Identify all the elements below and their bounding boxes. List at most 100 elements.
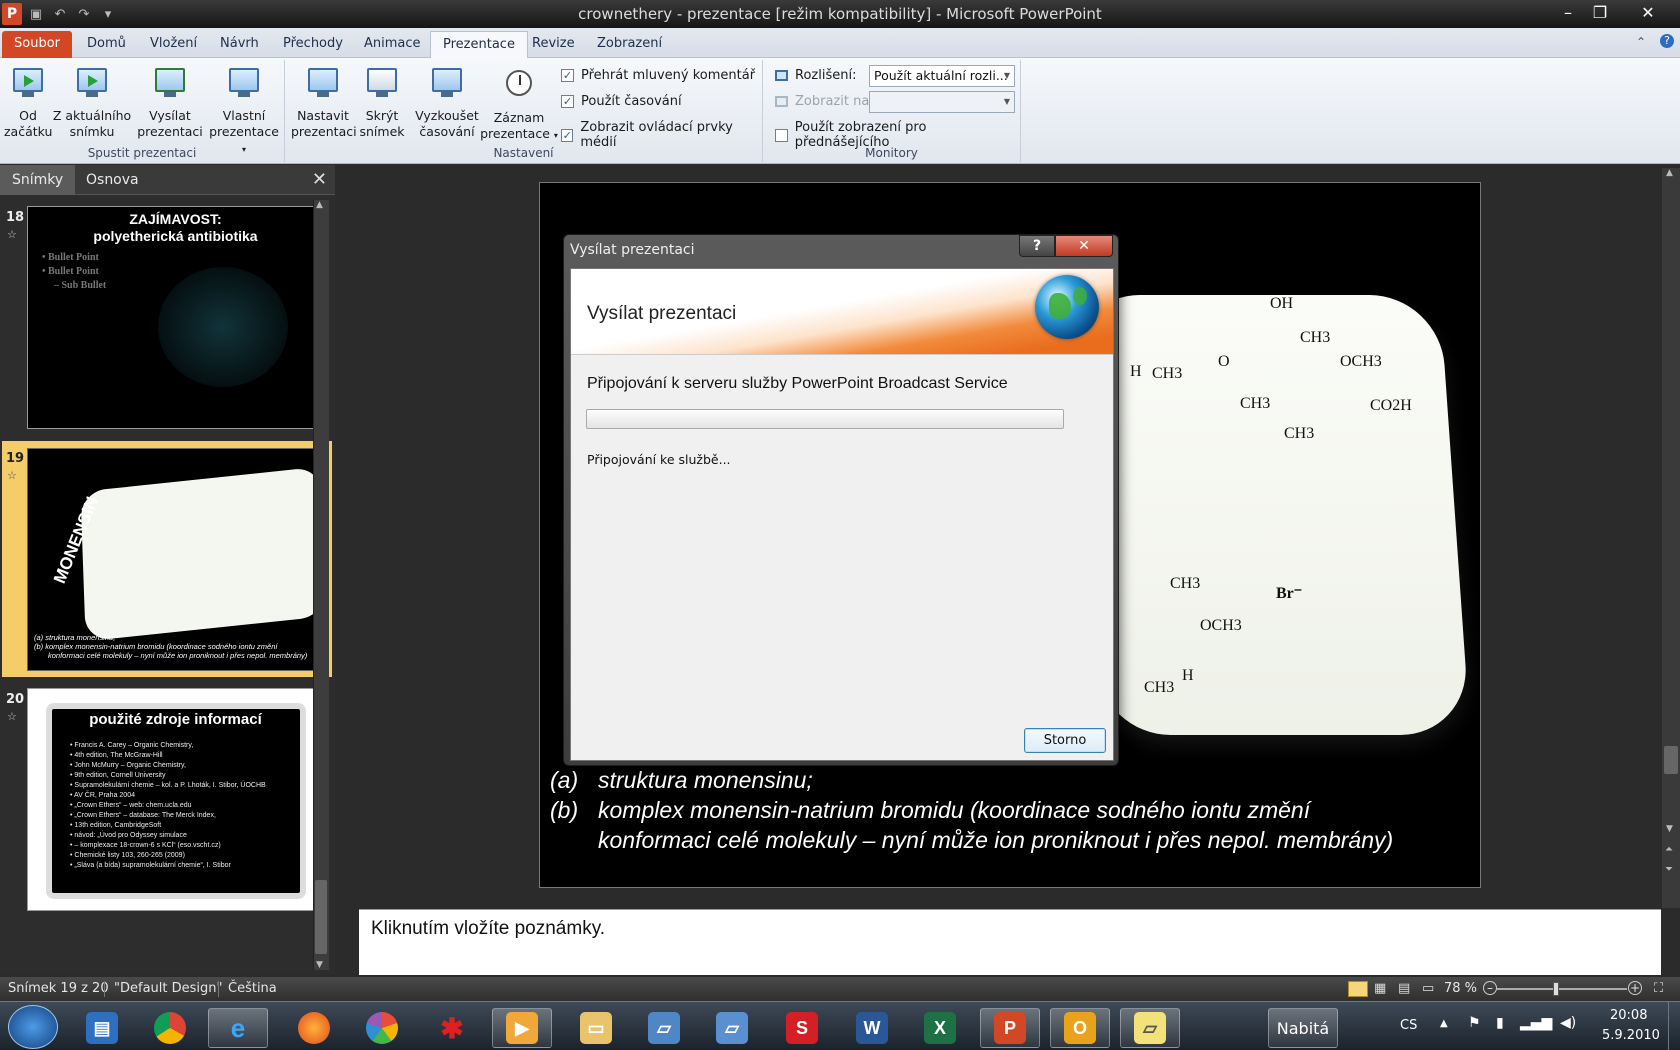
battery-icon[interactable]: ▮ — [1496, 1015, 1504, 1031]
from-beginning-button[interactable]: Od začátku — [4, 64, 52, 140]
tab-design[interactable]: Návrh — [208, 31, 271, 58]
show-hidden-icons[interactable]: ▲ — [1440, 1018, 1448, 1029]
zoom-in-icon[interactable]: + — [1628, 981, 1642, 995]
clock-date[interactable]: 5.9.2010 — [1602, 1028, 1660, 1043]
chrome-icon[interactable] — [140, 1008, 200, 1048]
setup-slideshow-button[interactable]: Nastavit prezentaci — [291, 64, 357, 140]
excel-icon[interactable]: X — [910, 1008, 970, 1048]
explorer-icon[interactable]: ▭ — [566, 1008, 626, 1048]
slide-thumbnail-19[interactable]: MONENSIN (a) struktura monensinu; (b) ko… — [27, 448, 324, 671]
help-icon[interactable]: ? — [1660, 34, 1674, 48]
scroll-up-icon[interactable]: ▲ — [1666, 168, 1673, 178]
picasa-icon[interactable] — [352, 1008, 412, 1048]
taskbar-app-icon[interactable]: ▤ — [72, 1008, 132, 1048]
tab-outline[interactable]: Osnova — [74, 165, 151, 195]
reading-view-icon[interactable]: ▤ — [1398, 981, 1410, 996]
language-indicator[interactable]: Čeština — [228, 981, 277, 996]
resolution-dropdown[interactable]: Použít aktuální rozli... ▼ — [869, 65, 1015, 87]
show-desktop-button[interactable] — [1668, 1002, 1680, 1050]
hide-slide-button[interactable]: Skrýt snímek — [357, 64, 407, 140]
start-button[interactable] — [8, 1005, 58, 1049]
app-icon[interactable]: S — [772, 1008, 832, 1048]
zoom-slider-thumb[interactable] — [1552, 982, 1559, 996]
input-language[interactable]: CS — [1400, 1018, 1417, 1033]
tab-transitions[interactable]: Přechody — [271, 31, 355, 58]
network-icon[interactable]: ▂▄▆ — [1520, 1015, 1552, 1031]
checkbox-box[interactable]: ✓ — [561, 128, 574, 142]
zoom-out-icon[interactable]: – — [1483, 981, 1497, 995]
tab-view[interactable]: Zobrazení — [585, 31, 674, 58]
clock-time[interactable]: 20:08 — [1610, 1008, 1647, 1023]
checkbox-play-narrations[interactable]: ✓ Přehrát mluvený komentář — [561, 68, 755, 83]
custom-slideshow-button[interactable]: Vlastní prezentace ▾ — [206, 64, 282, 158]
connection-message: Připojování k serveru služby PowerPoint … — [587, 375, 1008, 392]
main-scrollbar[interactable]: ▲ ▼ ⏶ ⏷ — [1662, 168, 1680, 908]
broadcast-slideshow-button[interactable]: Vysílat prezentaci — [136, 64, 204, 140]
next-slide-icon[interactable]: ⏷ — [1665, 864, 1673, 875]
checkbox-use-timings[interactable]: ✓ Použít časování — [561, 94, 682, 109]
sticky-notes-icon[interactable]: ▱ — [1120, 1008, 1180, 1048]
slideshow-view-icon[interactable]: ▭ — [1422, 981, 1434, 996]
tab-slides[interactable]: Snímky — [0, 165, 76, 195]
slide-thumbnail-20[interactable]: použité zdroje informací Francis A. Care… — [27, 688, 324, 911]
internet-explorer-icon[interactable]: e — [208, 1008, 268, 1048]
scrollbar-thumb[interactable] — [315, 880, 327, 954]
powerpoint-taskbar-icon[interactable]: P — [980, 1008, 1040, 1048]
stopwatch-icon — [502, 70, 536, 106]
zoom-slider[interactable] — [1497, 988, 1627, 990]
slide-sorter-icon[interactable]: ▦ — [1374, 981, 1386, 996]
windows-taskbar: ▤ e ✱ ▶ ▭ ▱ ▱ S W X P O ▱ Nabitá CS ▲ ⚑ … — [0, 1001, 1680, 1050]
setup-slideshow-icon — [306, 68, 340, 104]
maximize-button[interactable]: ❐ — [1584, 0, 1616, 24]
tab-slideshow[interactable]: Prezentace — [430, 31, 528, 58]
fit-to-window-icon[interactable]: ⛶ — [1654, 981, 1663, 996]
media-player-icon[interactable]: ▶ — [492, 1008, 552, 1048]
tab-review[interactable]: Revize — [520, 31, 587, 58]
previous-slide-icon[interactable]: ⏶ — [1665, 844, 1673, 855]
tab-home[interactable]: Domů — [75, 31, 138, 58]
monitor-icon — [775, 96, 788, 107]
rehearse-timings-button[interactable]: Vyzkoušet časování — [413, 64, 481, 140]
checkbox-box[interactable]: ✓ — [561, 69, 574, 82]
slide-thumbnail-18[interactable]: ZAJÍMAVOST: polyetherická antibiotika • … — [27, 206, 324, 429]
show-on-dropdown[interactable]: ▼ — [869, 91, 1015, 113]
play-from-start-icon — [11, 68, 45, 104]
close-window-button[interactable]: ✕ — [1632, 0, 1664, 24]
app-icon[interactable]: ✱ — [422, 1008, 482, 1048]
slides-panel: Snímky Osnova ✕ 18 ☆ ZAJÍMAVOST: polyeth… — [0, 165, 335, 975]
dialog-body: Vysílat prezentaci Připojování k serveru… — [570, 268, 1114, 761]
slides-panel-scrollbar[interactable]: ▲ ▼ — [313, 200, 329, 970]
app-icon[interactable]: ▱ — [702, 1008, 762, 1048]
outlook-icon[interactable]: O — [1050, 1008, 1110, 1048]
cancel-button[interactable]: Storno — [1024, 728, 1106, 753]
checkbox-box[interactable]: ✓ — [561, 95, 574, 108]
dialog-header-title: Vysílat prezentaci — [587, 303, 737, 324]
from-current-slide-button[interactable]: Z aktuálního snímku — [52, 64, 132, 140]
record-slideshow-button[interactable]: Záznam prezentace ▾ — [479, 64, 559, 144]
tab-insert[interactable]: Vložení — [138, 31, 209, 58]
minimize-ribbon-icon[interactable]: ⌃ — [1636, 35, 1646, 49]
action-center-flag-icon[interactable]: ⚑ — [1468, 1015, 1481, 1031]
scroll-down-icon[interactable]: ▼ — [316, 960, 323, 970]
firefox-icon[interactable] — [284, 1008, 344, 1048]
ribbon-tabs: Soubor Domů Vložení Návrh Přechody Anima… — [0, 28, 1680, 58]
notes-pane[interactable]: Kliknutím vložíte poznámky. — [359, 909, 1661, 975]
word-icon[interactable]: W — [842, 1008, 902, 1048]
checkbox-box[interactable] — [775, 128, 788, 142]
tab-animations[interactable]: Animace — [352, 31, 433, 58]
minimize-button[interactable]: – — [1552, 0, 1584, 24]
volume-icon[interactable]: ◀) — [1560, 1015, 1576, 1031]
app-icon[interactable]: ▱ — [634, 1008, 694, 1048]
tab-file[interactable]: Soubor — [2, 31, 72, 58]
dialog-help-button[interactable]: ? — [1019, 235, 1055, 257]
scroll-up-icon[interactable]: ▲ — [316, 200, 323, 210]
scroll-down-icon[interactable]: ▼ — [1666, 824, 1673, 834]
scrollbar-thumb[interactable] — [1664, 746, 1678, 774]
normal-view-icon[interactable] — [1348, 981, 1368, 997]
battery-status-button[interactable]: Nabitá — [1268, 1008, 1338, 1048]
dialog-close-button[interactable]: ✕ — [1055, 235, 1113, 257]
chevron-down-icon: ▼ — [1003, 97, 1010, 106]
hide-slide-icon — [365, 68, 399, 104]
zoom-level[interactable]: 78 % — [1444, 981, 1477, 996]
close-icon[interactable]: ✕ — [312, 169, 327, 190]
